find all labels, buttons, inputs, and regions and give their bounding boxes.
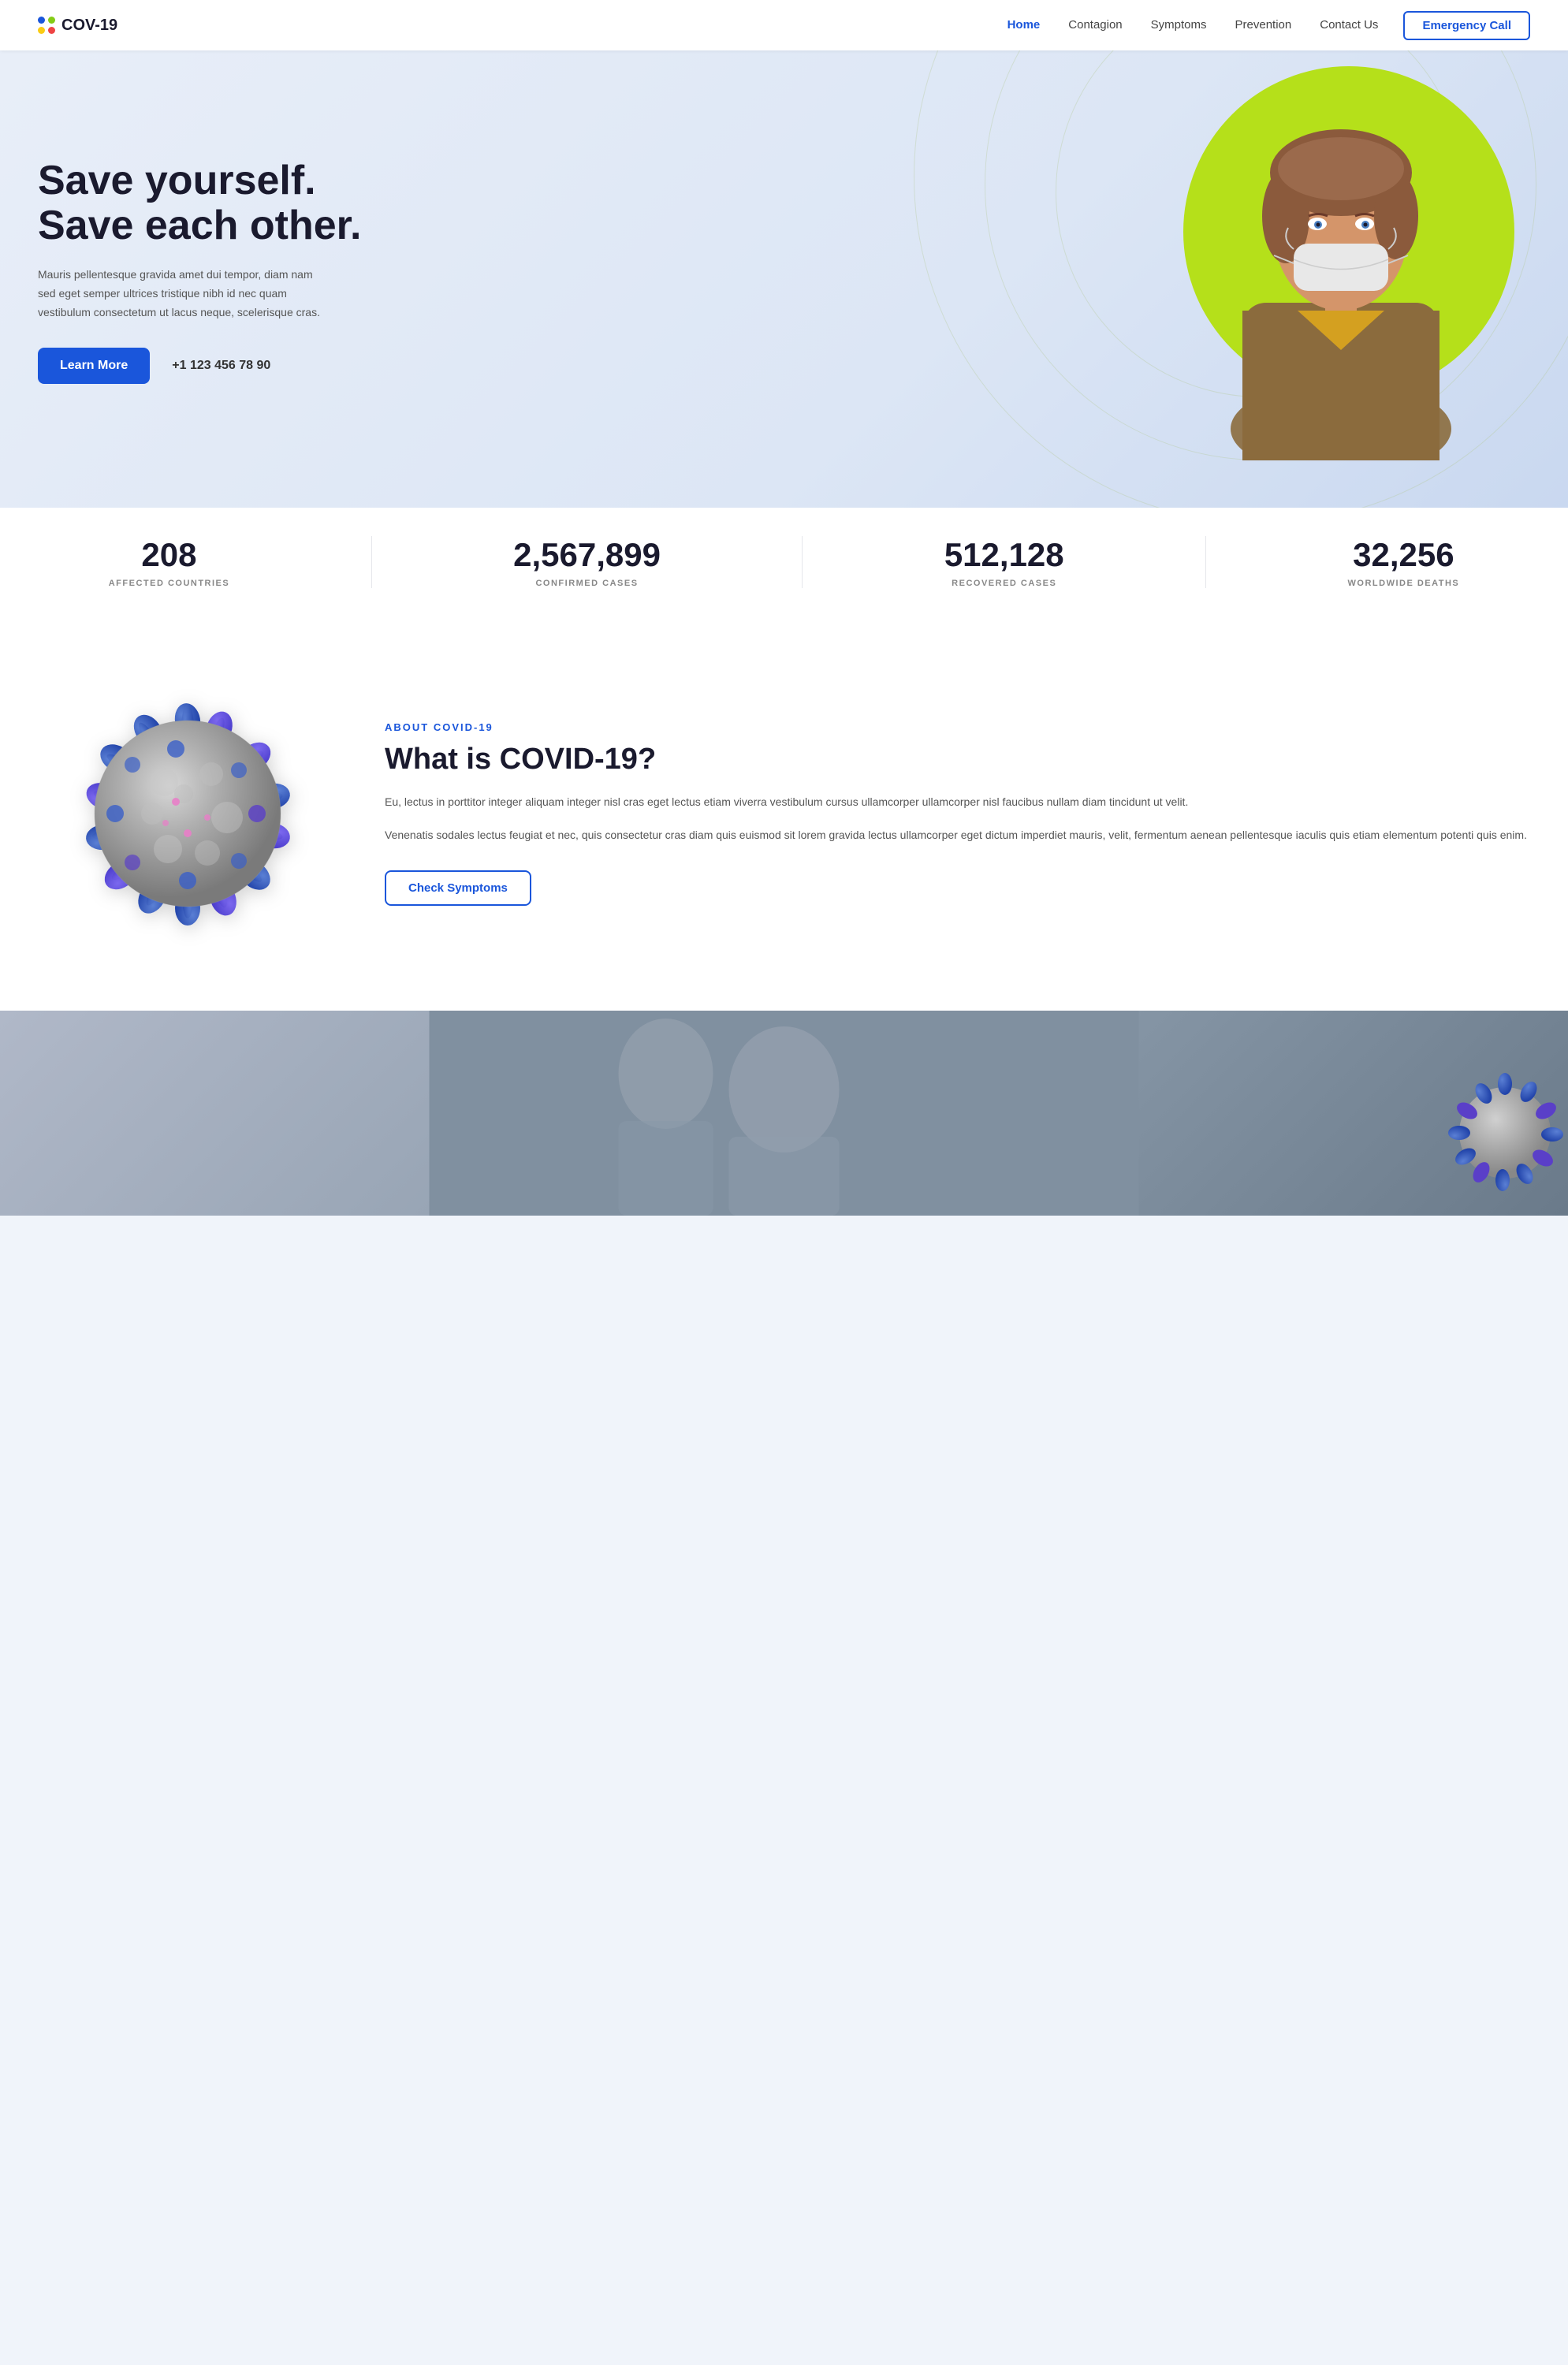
learn-more-button[interactable]: Learn More bbox=[38, 348, 150, 384]
hero-person-image bbox=[1160, 50, 1522, 508]
about-section: About COVID-19 What is COVID-19? Eu, lec… bbox=[0, 616, 1568, 1011]
stat-label-deaths: Worldwide Deaths bbox=[1348, 579, 1460, 588]
stat-worldwide-deaths: 32,256 Worldwide Deaths bbox=[1348, 536, 1460, 588]
hero-image-area bbox=[1136, 50, 1530, 508]
stat-label-countries: Affected Countries bbox=[109, 579, 230, 588]
brand-name: COV-19 bbox=[61, 17, 117, 35]
navbar: COV-19 Home Contagion Symptoms Preventio… bbox=[0, 0, 1568, 50]
person-svg bbox=[1171, 50, 1510, 460]
hero-section: Save yourself. Save each other. Mauris p… bbox=[0, 50, 1568, 508]
hero-phone: +1 123 456 78 90 bbox=[172, 359, 270, 373]
hero-description: Mauris pellentesque gravida amet dui tem… bbox=[38, 266, 322, 322]
stats-bar: 208 Affected Countries 2,567,899 Confirm… bbox=[0, 508, 1568, 616]
nav-home[interactable]: Home bbox=[1007, 18, 1041, 32]
stat-divider-3 bbox=[1205, 536, 1206, 588]
logo-dot-yellow bbox=[38, 27, 45, 34]
stat-confirmed-cases: 2,567,899 Confirmed Cases bbox=[513, 536, 661, 588]
stat-affected-countries: 208 Affected Countries bbox=[109, 536, 230, 588]
about-text-column: About COVID-19 What is COVID-19? Eu, lec… bbox=[385, 721, 1530, 905]
stat-divider-2 bbox=[802, 536, 803, 588]
bottom-section bbox=[0, 1011, 1568, 1216]
stat-divider-1 bbox=[371, 536, 372, 588]
nav-links: Home Contagion Symptoms Prevention Conta… bbox=[1007, 18, 1379, 32]
bottom-image bbox=[0, 1011, 1568, 1216]
logo-dot-green bbox=[48, 17, 55, 24]
coronavirus-svg bbox=[54, 680, 322, 948]
about-paragraph-1: Eu, lectus in porttitor integer aliquam … bbox=[385, 792, 1530, 812]
hero-actions: Learn More +1 123 456 78 90 bbox=[38, 348, 361, 384]
logo-dot-red bbox=[48, 27, 55, 34]
bottom-scene-svg bbox=[0, 1011, 1568, 1216]
corner-virus-svg bbox=[1426, 1070, 1568, 1212]
hero-title: Save yourself. Save each other. bbox=[38, 158, 361, 248]
stat-number-countries: 208 bbox=[109, 536, 230, 574]
stat-number-confirmed: 2,567,899 bbox=[513, 536, 661, 574]
stat-number-recovered: 512,128 bbox=[944, 536, 1064, 574]
virus-image bbox=[54, 680, 322, 948]
nav-symptoms[interactable]: Symptoms bbox=[1151, 18, 1207, 32]
about-image-column bbox=[38, 680, 337, 948]
nav-contagion[interactable]: Contagion bbox=[1068, 18, 1122, 32]
about-title: What is COVID-19? bbox=[385, 743, 1530, 777]
stat-recovered-cases: 512,128 Recovered Cases bbox=[944, 536, 1064, 588]
about-paragraph-2: Venenatis sodales lectus feugiat et nec,… bbox=[385, 825, 1530, 845]
check-symptoms-button[interactable]: Check Symptoms bbox=[385, 870, 531, 906]
nav-contact[interactable]: Contact Us bbox=[1320, 18, 1378, 32]
logo-dot-blue bbox=[38, 17, 45, 24]
nav-prevention[interactable]: Prevention bbox=[1235, 18, 1292, 32]
logo[interactable]: COV-19 bbox=[38, 17, 117, 35]
hero-content: Save yourself. Save each other. Mauris p… bbox=[38, 158, 361, 447]
logo-dots bbox=[38, 17, 55, 34]
emergency-call-button[interactable]: Emergency Call bbox=[1403, 11, 1530, 40]
stat-label-confirmed: Confirmed Cases bbox=[513, 579, 661, 588]
stat-label-recovered: Recovered Cases bbox=[944, 579, 1064, 588]
stat-number-deaths: 32,256 bbox=[1348, 536, 1460, 574]
bottom-virus-decoration bbox=[1426, 1070, 1568, 1216]
about-section-label: About COVID-19 bbox=[385, 721, 1530, 733]
